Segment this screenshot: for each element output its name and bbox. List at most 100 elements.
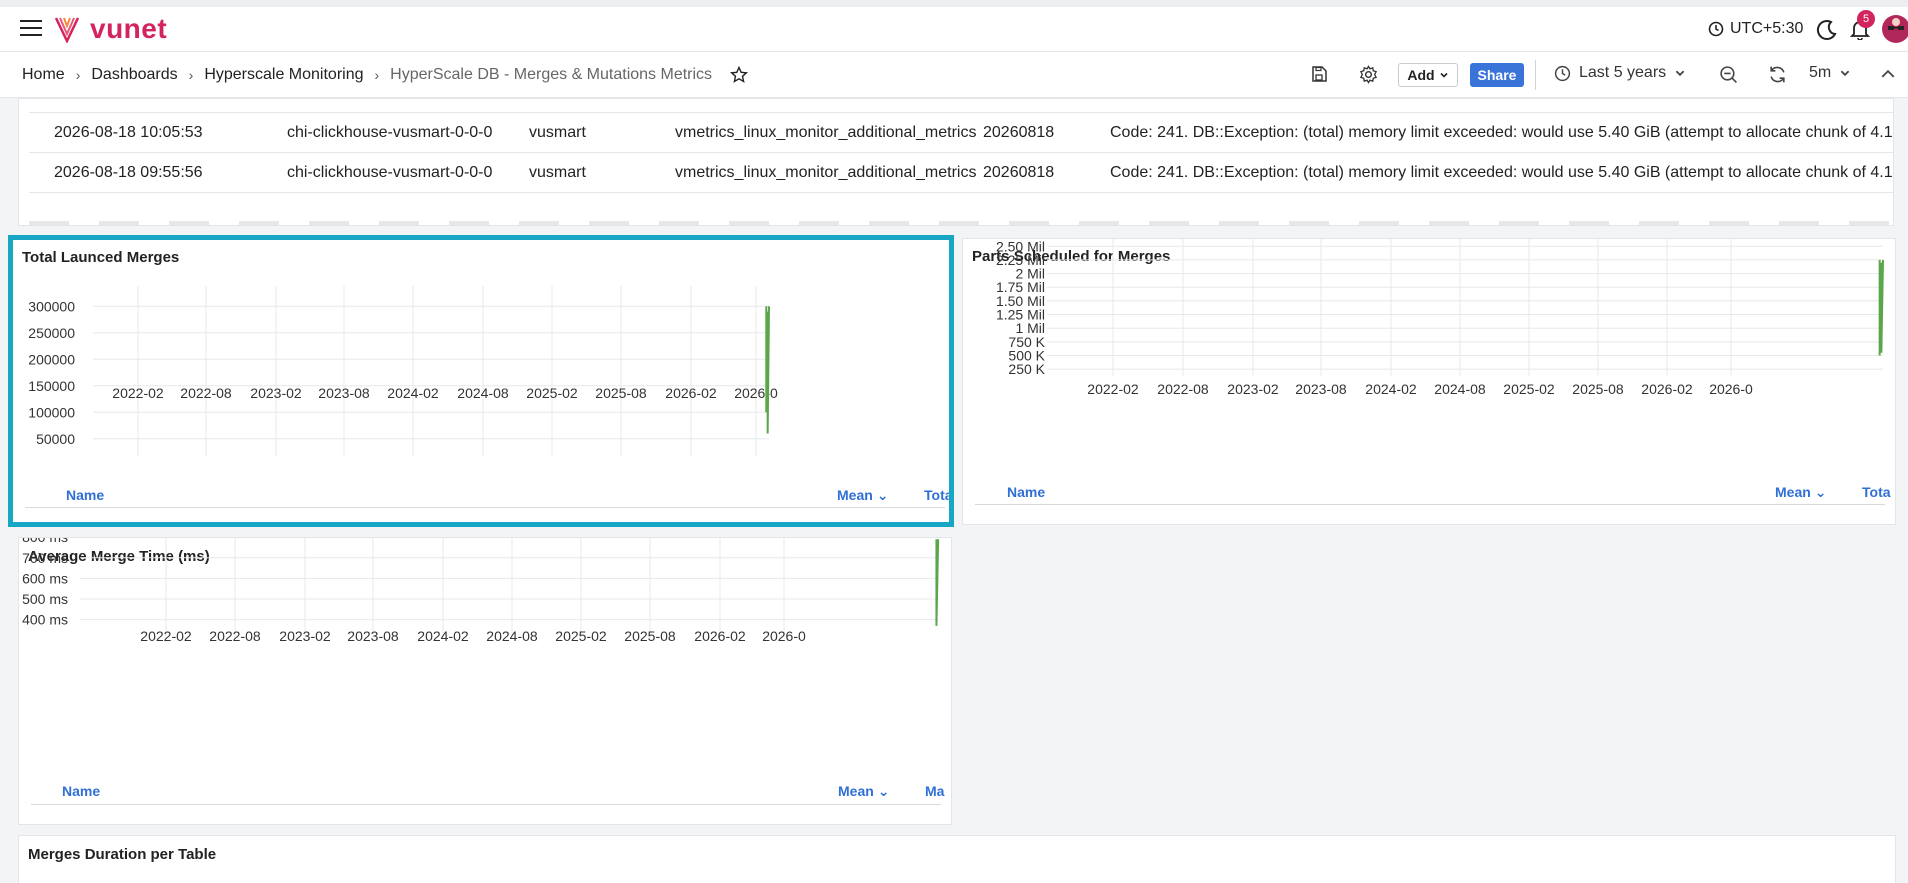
legend-total-header[interactable]: Tota [924, 487, 949, 503]
y-tick-label: 600 ms [22, 570, 68, 586]
cell-table: vmetrics_linux_monitor_additional_metric… [675, 124, 977, 141]
y-tick-label: 700 ms [22, 550, 68, 566]
cell-time: 2026-08-18 10:05:53 [54, 124, 203, 141]
x-tick-label: 2025-02 [555, 628, 607, 644]
sort-chevron-icon: ⌄ [877, 783, 890, 799]
x-tick-label: 2026-0 [1709, 381, 1753, 397]
chart: 2.50 Mil2.25 Mil2 Mil1.75 Mil1.50 Mil1.2… [996, 239, 1884, 397]
legend-mean-label: Mean [837, 487, 873, 503]
cell-partition: 20260818 [983, 164, 1055, 181]
panel-average-merge-time[interactable]: Average Merge Time (ms) 800 ms700 ms600 … [18, 537, 952, 825]
chevron-down-icon [1840, 70, 1850, 77]
panel-title: Merges Duration per Table [28, 846, 217, 863]
series-line [1878, 259, 1884, 356]
timezone-indicator[interactable]: UTC+5:30 [1708, 20, 1803, 38]
y-tick-label: 200000 [28, 351, 75, 367]
breadcrumb-hyperscale-monitoring[interactable]: Hyperscale Monitoring [204, 66, 363, 84]
cell-host: chi-clickhouse-vusmart-0-0-0 [287, 124, 493, 141]
sort-chevron-icon: ⌄ [1814, 484, 1827, 500]
cell-database: vusmart [529, 124, 586, 141]
x-tick-label: 2024-02 [1365, 381, 1417, 397]
x-tick-label: 2024-08 [486, 628, 538, 644]
add-button[interactable]: Add [1398, 63, 1458, 87]
x-tick-label: 2022-02 [112, 385, 164, 401]
legend-mean-label: Mean [1775, 484, 1811, 500]
y-tick-label: 250000 [28, 325, 75, 341]
legend-total-header[interactable]: Tota [1862, 484, 1891, 500]
refresh-icon[interactable] [1768, 65, 1787, 84]
legend-max-header[interactable]: Ma [925, 783, 944, 799]
y-tick-label: 500 ms [22, 591, 68, 607]
zoom-out-icon[interactable] [1719, 65, 1738, 84]
x-tick-label: 2023-02 [250, 385, 302, 401]
x-tick-label: 2026-02 [694, 628, 746, 644]
y-tick-label: 100000 [28, 404, 75, 420]
x-tick-label: 2022-08 [209, 628, 261, 644]
x-tick-label: 2025-08 [595, 385, 647, 401]
chevron-right-icon: › [188, 67, 194, 83]
logo-icon [54, 17, 80, 43]
table-row[interactable] [29, 99, 1893, 113]
clock-icon [1708, 21, 1724, 37]
chevron-right-icon: › [75, 67, 81, 83]
time-range-picker[interactable]: Last 5 years [1554, 64, 1686, 82]
table-row[interactable]: 2026-08-18 09:55:56 chi-clickhouse-vusma… [29, 153, 1893, 193]
top-stripe [0, 0, 1908, 7]
refresh-interval-label: 5m [1809, 64, 1832, 81]
avatar[interactable] [1882, 15, 1908, 43]
breadcrumb-dashboards[interactable]: Dashboards [91, 66, 177, 84]
legend-mean-header[interactable]: Mean ⌄ [837, 487, 888, 504]
cell-partition: 20260818 [983, 124, 1055, 141]
breadcrumb-home[interactable]: Home [22, 66, 65, 84]
x-tick-label: 2022-02 [1087, 381, 1139, 397]
x-tick-label: 2024-02 [387, 385, 439, 401]
legend-divider [31, 804, 941, 805]
legend-name-header[interactable]: Name [1007, 484, 1045, 500]
x-tick-label: 2025-02 [526, 385, 578, 401]
x-tick-label: 2023-08 [318, 385, 370, 401]
panel-total-launched-merges[interactable]: Total Launced Merges 300000 250000 200000 1… [8, 235, 954, 527]
x-tick-label: 2026-0 [734, 385, 778, 401]
series-line [765, 306, 770, 434]
dark-mode-icon[interactable] [1816, 19, 1838, 41]
brand-logo[interactable]: vunet [54, 13, 168, 44]
x-tick-label: 2024-02 [417, 628, 469, 644]
x-tick-label: 2022-08 [180, 385, 232, 401]
x-tick-label: 2022-02 [140, 628, 192, 644]
share-button[interactable]: Share [1470, 63, 1524, 87]
table-row[interactable]: 2026-08-18 10:05:53 chi-clickhouse-vusma… [29, 113, 1893, 153]
x-tick-label: 2026-02 [665, 385, 717, 401]
panel-parts-scheduled-for-merges[interactable]: Parts Scheduled for Merges 2.50 Mil 2.25 … [962, 238, 1896, 525]
x-tick-label: 2026-0 [762, 628, 806, 644]
brand-name: vunet [90, 13, 168, 44]
x-tick-label: 2023-08 [347, 628, 399, 644]
star-icon[interactable] [730, 66, 749, 84]
legend-mean-header[interactable]: Mean ⌄ [838, 783, 889, 800]
y-tick-label: 300000 [28, 298, 75, 314]
x-tick-label: 2024-08 [457, 385, 509, 401]
x-tick-label: 2022-08 [1157, 381, 1209, 397]
chevron-down-icon [1440, 72, 1448, 78]
merge-errors-table: 2026-08-18 10:05:53 chi-clickhouse-vusma… [18, 98, 1894, 226]
collapse-chevron-up-icon[interactable] [1880, 66, 1896, 82]
x-tick-label: 2023-02 [1227, 381, 1279, 397]
time-range-label: Last 5 years [1579, 64, 1667, 81]
cell-database: vusmart [529, 164, 586, 181]
settings-gear-icon[interactable] [1359, 65, 1378, 84]
x-tick-label: 2025-08 [1572, 381, 1624, 397]
refresh-interval-picker[interactable]: 5m [1809, 64, 1851, 82]
legend-name-header[interactable]: Name [66, 487, 104, 503]
y-tick-label: 250 K [1008, 361, 1045, 377]
panel-merges-duration-per-table[interactable]: Merges Duration per Table [18, 835, 1896, 883]
user-avatar-icon [1888, 18, 1904, 30]
legend-mean-header[interactable]: Mean ⌄ [1775, 484, 1826, 501]
legend-mean-label: Mean [838, 783, 874, 799]
x-tick-label: 2023-02 [279, 628, 331, 644]
breadcrumb-current: HyperScale DB - Merges & Mutations Metri… [390, 66, 713, 83]
menu-icon[interactable] [20, 20, 42, 36]
save-icon[interactable] [1310, 65, 1328, 83]
cell-error: Code: 241. DB::Exception: (total) memory… [1110, 124, 1893, 141]
y-tick-label: 50000 [36, 431, 75, 447]
legend-name-header[interactable]: Name [62, 783, 100, 799]
cell-table: vmetrics_linux_monitor_additional_metric… [675, 164, 977, 181]
